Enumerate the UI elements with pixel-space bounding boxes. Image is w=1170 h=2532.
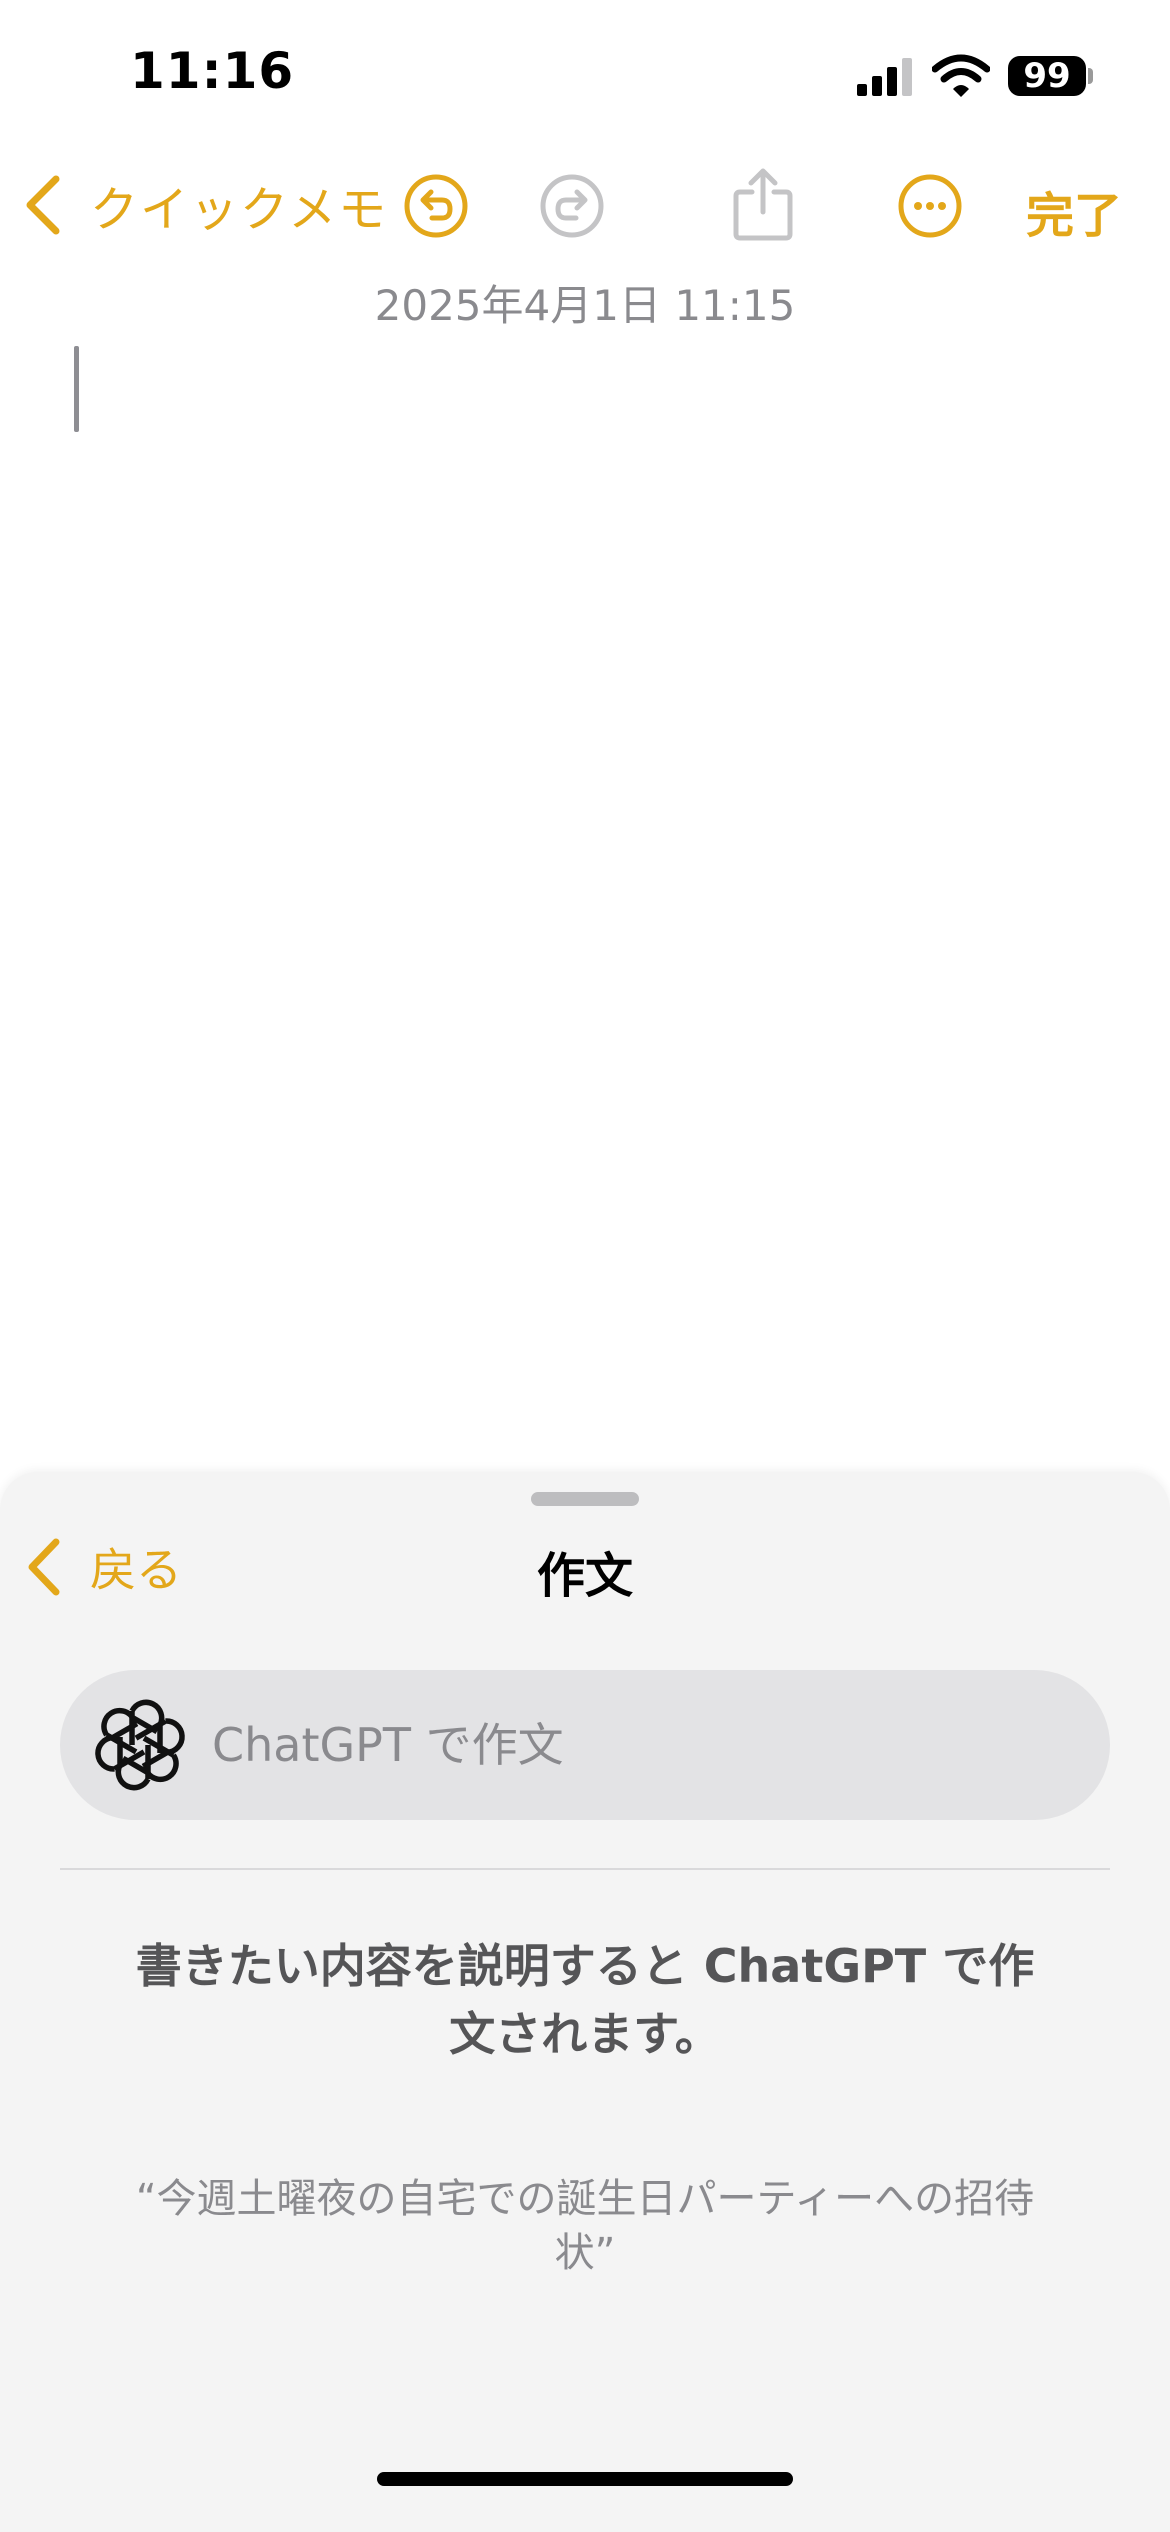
battery-indicator: 99 (1008, 56, 1086, 96)
wifi-icon (932, 54, 990, 97)
compose-description: 書きたい内容を説明すると ChatGPT で作文されます。 (135, 1939, 1035, 2061)
cellular-signal-icon (857, 58, 912, 96)
chevron-left-icon (26, 175, 60, 235)
done-button[interactable]: 完了 (1026, 176, 1122, 246)
notes-screen: 11:16 99 クイックメモ 完了 2025年4月1日 11:15 戻る 作文… (0, 0, 1170, 2532)
status-time: 11:16 (130, 42, 295, 100)
back-button-label: クイックメモ (90, 182, 389, 238)
divider (60, 1868, 1110, 1870)
text-cursor[interactable] (74, 346, 79, 432)
undo-icon[interactable] (402, 172, 470, 240)
compose-prompt-field[interactable] (212, 1718, 1072, 1772)
note-date: 2025年4月1日 11:15 (374, 281, 796, 330)
sheet-grabber[interactable] (531, 1492, 639, 1506)
share-icon[interactable] (730, 166, 796, 242)
more-icon[interactable] (896, 172, 964, 240)
compose-example-prompt: “今週土曜夜の自宅での誕生日パーティーへの招待状” (135, 2176, 1035, 2276)
chatgpt-compose-input[interactable] (60, 1670, 1110, 1820)
compose-sheet: 戻る 作文 書きたい内容を説明すると ChatGPT で作文されます。 “今週土… (0, 1472, 1170, 2532)
redo-icon[interactable] (538, 172, 606, 240)
back-button[interactable]: クイックメモ (22, 170, 388, 240)
chatgpt-logo-icon (95, 1699, 185, 1791)
sheet-title: 作文 (536, 1548, 633, 1604)
home-indicator[interactable] (377, 2472, 793, 2486)
battery-tip (1088, 68, 1093, 84)
